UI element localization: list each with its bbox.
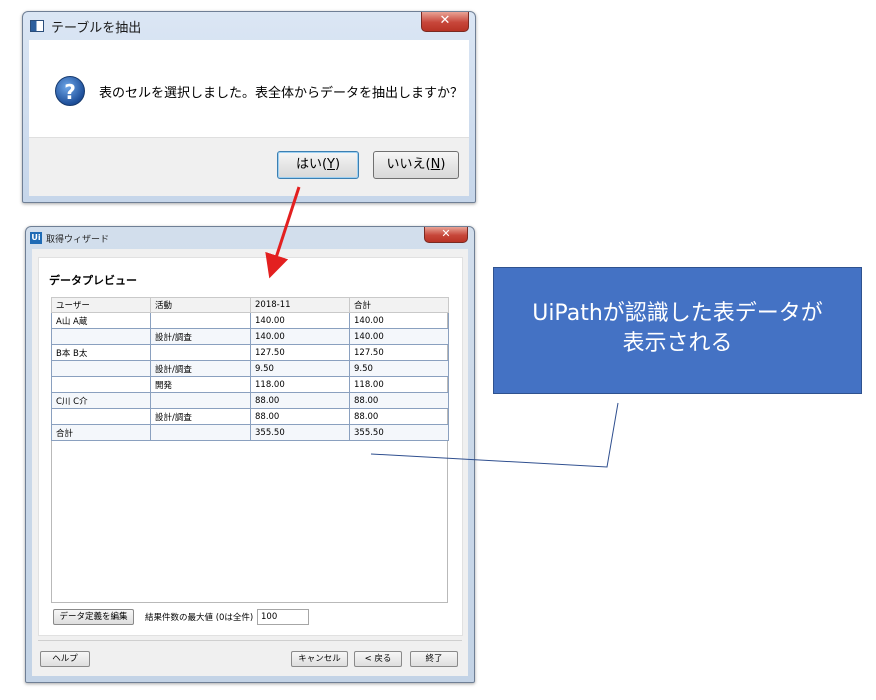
table-cell bbox=[51, 408, 151, 425]
dialog-message: 表のセルを選択しました。表全体からデータを抽出しますか？ bbox=[99, 86, 464, 101]
table-cell: 合計 bbox=[51, 424, 151, 441]
no-accelerator: N bbox=[430, 157, 441, 172]
table-cell bbox=[150, 424, 251, 441]
table-row[interactable]: 開発 118.00 118.00 bbox=[51, 376, 449, 393]
section-title: データプレビュー bbox=[49, 274, 137, 287]
max-results-input[interactable]: 100 bbox=[257, 609, 309, 625]
table-row[interactable]: A山 A蔵 140.00 140.00 bbox=[51, 312, 449, 329]
table-cell bbox=[150, 312, 251, 329]
table-cell: 140.00 bbox=[349, 328, 449, 345]
table-cell: 開発 bbox=[150, 376, 251, 393]
extraction-wizard-window: Ui 取得ウィザード ✕ データプレビュー ユーザー 活動 2018-11 合計 bbox=[25, 226, 475, 683]
no-button-label: いいえ( bbox=[386, 157, 431, 172]
table-cell: 127.50 bbox=[349, 344, 449, 361]
finish-button[interactable]: 終了 bbox=[410, 651, 458, 667]
table-cell bbox=[150, 344, 251, 361]
table-cell: 118.00 bbox=[250, 376, 350, 393]
table-cell: B本 B太 bbox=[51, 344, 151, 361]
uipath-app-icon: Ui bbox=[30, 232, 42, 244]
table-row[interactable]: 設計/調査 9.50 9.50 bbox=[51, 360, 449, 377]
edit-data-definition-button[interactable]: データ定義を編集 bbox=[53, 609, 134, 625]
yes-button[interactable]: はい(Y) bbox=[277, 151, 359, 179]
yes-accelerator: Y bbox=[327, 157, 335, 172]
table-cell: 355.50 bbox=[349, 424, 449, 441]
table-cell: A山 A蔵 bbox=[51, 312, 151, 329]
back-button[interactable]: < 戻る bbox=[354, 651, 402, 667]
no-button[interactable]: いいえ(N) bbox=[373, 151, 459, 179]
table-cell: C川 C介 bbox=[51, 392, 151, 409]
table-cell bbox=[51, 360, 151, 377]
table-cell: 118.00 bbox=[349, 376, 449, 393]
table-cell bbox=[150, 392, 251, 409]
table-cell: 140.00 bbox=[349, 312, 449, 329]
table-cell bbox=[51, 328, 151, 345]
table-cell: 9.50 bbox=[349, 360, 449, 377]
dialog-title: テーブルを抽出 bbox=[51, 21, 142, 36]
table-cell: 88.00 bbox=[250, 408, 350, 425]
question-icon: ? bbox=[55, 76, 85, 106]
extract-table-dialog: テーブルを抽出 ✕ ? 表のセルを選択しました。表全体からデータを抽出しますか？… bbox=[22, 11, 476, 203]
table-cell: 88.00 bbox=[349, 408, 449, 425]
column-header[interactable]: ユーザー bbox=[51, 297, 151, 313]
callout-line-1: UiPathが認識した表データが bbox=[532, 301, 823, 326]
table-row[interactable]: B本 B太 127.50 127.50 bbox=[51, 344, 449, 361]
table-cell: 140.00 bbox=[250, 328, 350, 345]
table-cell: 88.00 bbox=[349, 392, 449, 409]
yes-button-label: はい( bbox=[295, 157, 328, 172]
column-header[interactable]: 合計 bbox=[349, 297, 449, 313]
table-cell: 355.50 bbox=[250, 424, 350, 441]
column-header[interactable]: 活動 bbox=[150, 297, 251, 313]
callout-line-2: 表示される bbox=[622, 331, 733, 356]
preview-table[interactable]: ユーザー 活動 2018-11 合計 A山 A蔵 140.00 140.00 設… bbox=[51, 297, 449, 441]
window-icon bbox=[30, 20, 44, 32]
table-cell bbox=[51, 376, 151, 393]
table-cell: 9.50 bbox=[250, 360, 350, 377]
table-header-row: ユーザー 活動 2018-11 合計 bbox=[51, 297, 449, 313]
max-results-label: 結果件数の最大値 (0は全件) bbox=[145, 613, 254, 623]
no-paren: ) bbox=[440, 157, 446, 172]
table-cell: 設計/調査 bbox=[150, 408, 251, 425]
wizard-content: データプレビュー ユーザー 活動 2018-11 合計 A山 A蔵 140.00… bbox=[32, 249, 468, 676]
dialog-footer: はい(Y) いいえ(N) bbox=[29, 137, 469, 196]
table-cell: 設計/調査 bbox=[150, 328, 251, 345]
wizard-close-icon[interactable]: ✕ bbox=[424, 227, 468, 243]
dialog-body: ? 表のセルを選択しました。表全体からデータを抽出しますか？ bbox=[29, 40, 469, 137]
table-row[interactable]: C川 C介 88.00 88.00 bbox=[51, 392, 449, 409]
wizard-title: 取得ウィザード bbox=[46, 235, 110, 245]
table-cell: 設計/調査 bbox=[150, 360, 251, 377]
table-row[interactable]: 設計/調査 140.00 140.00 bbox=[51, 328, 449, 345]
footer-divider bbox=[38, 640, 462, 641]
callout-box: UiPathが認識した表データが 表示される bbox=[493, 267, 862, 394]
table-cell: 127.50 bbox=[250, 344, 350, 361]
table-row[interactable]: 設計/調査 88.00 88.00 bbox=[51, 408, 449, 425]
close-icon[interactable]: ✕ bbox=[421, 12, 469, 32]
table-cell: 88.00 bbox=[250, 392, 350, 409]
help-button[interactable]: ヘルプ bbox=[40, 651, 90, 667]
data-preview-panel: データプレビュー ユーザー 活動 2018-11 合計 A山 A蔵 140.00… bbox=[38, 257, 463, 636]
cancel-button[interactable]: キャンセル bbox=[291, 651, 348, 667]
column-header[interactable]: 2018-11 bbox=[250, 297, 350, 313]
table-cell: 140.00 bbox=[250, 312, 350, 329]
yes-paren: ) bbox=[334, 157, 341, 172]
dialog-titlebar: テーブルを抽出 ✕ bbox=[23, 12, 475, 38]
table-row[interactable]: 合計 355.50 355.50 bbox=[51, 424, 449, 441]
